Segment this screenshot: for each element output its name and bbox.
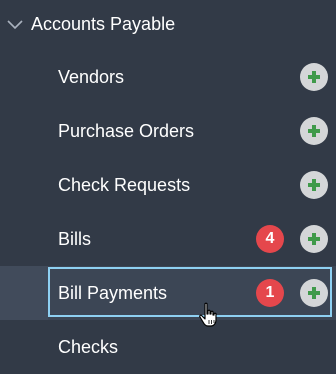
active-indicator [0,266,48,320]
nav-item-label: Check Requests [58,175,191,195]
nav-item-label: Bill Payments [58,283,168,303]
nav-item-checks[interactable]: Checks [0,320,336,374]
hand-pointer-icon [199,302,219,328]
section-header-accounts-payable[interactable]: Accounts Payable [0,0,336,48]
add-bill-payment-button[interactable] [300,279,328,307]
add-bill-button[interactable] [300,225,328,253]
nav-item-label: Purchase Orders [58,121,195,141]
count-badge: 4 [256,225,284,253]
chevron-down-icon[interactable] [7,17,23,30]
add-check-request-button[interactable] [300,171,328,199]
count-badge: 1 [256,279,284,307]
nav-item-label: Bills [58,229,92,249]
add-vendor-button[interactable] [300,63,328,91]
nav-item-purchase-orders[interactable]: Purchase Orders [0,104,336,158]
nav-item-vendors[interactable]: Vendors [0,50,336,104]
add-purchase-order-button[interactable] [300,117,328,145]
nav-item-bills[interactable]: Bills 4 [0,212,336,266]
nav-item-check-requests[interactable]: Check Requests [0,158,336,212]
section-title: Accounts Payable [31,14,176,34]
nav-item-bill-payments[interactable]: Bill Payments 1 [0,266,336,320]
nav-item-label: Vendors [58,67,125,87]
nav-item-label: Checks [58,337,119,357]
